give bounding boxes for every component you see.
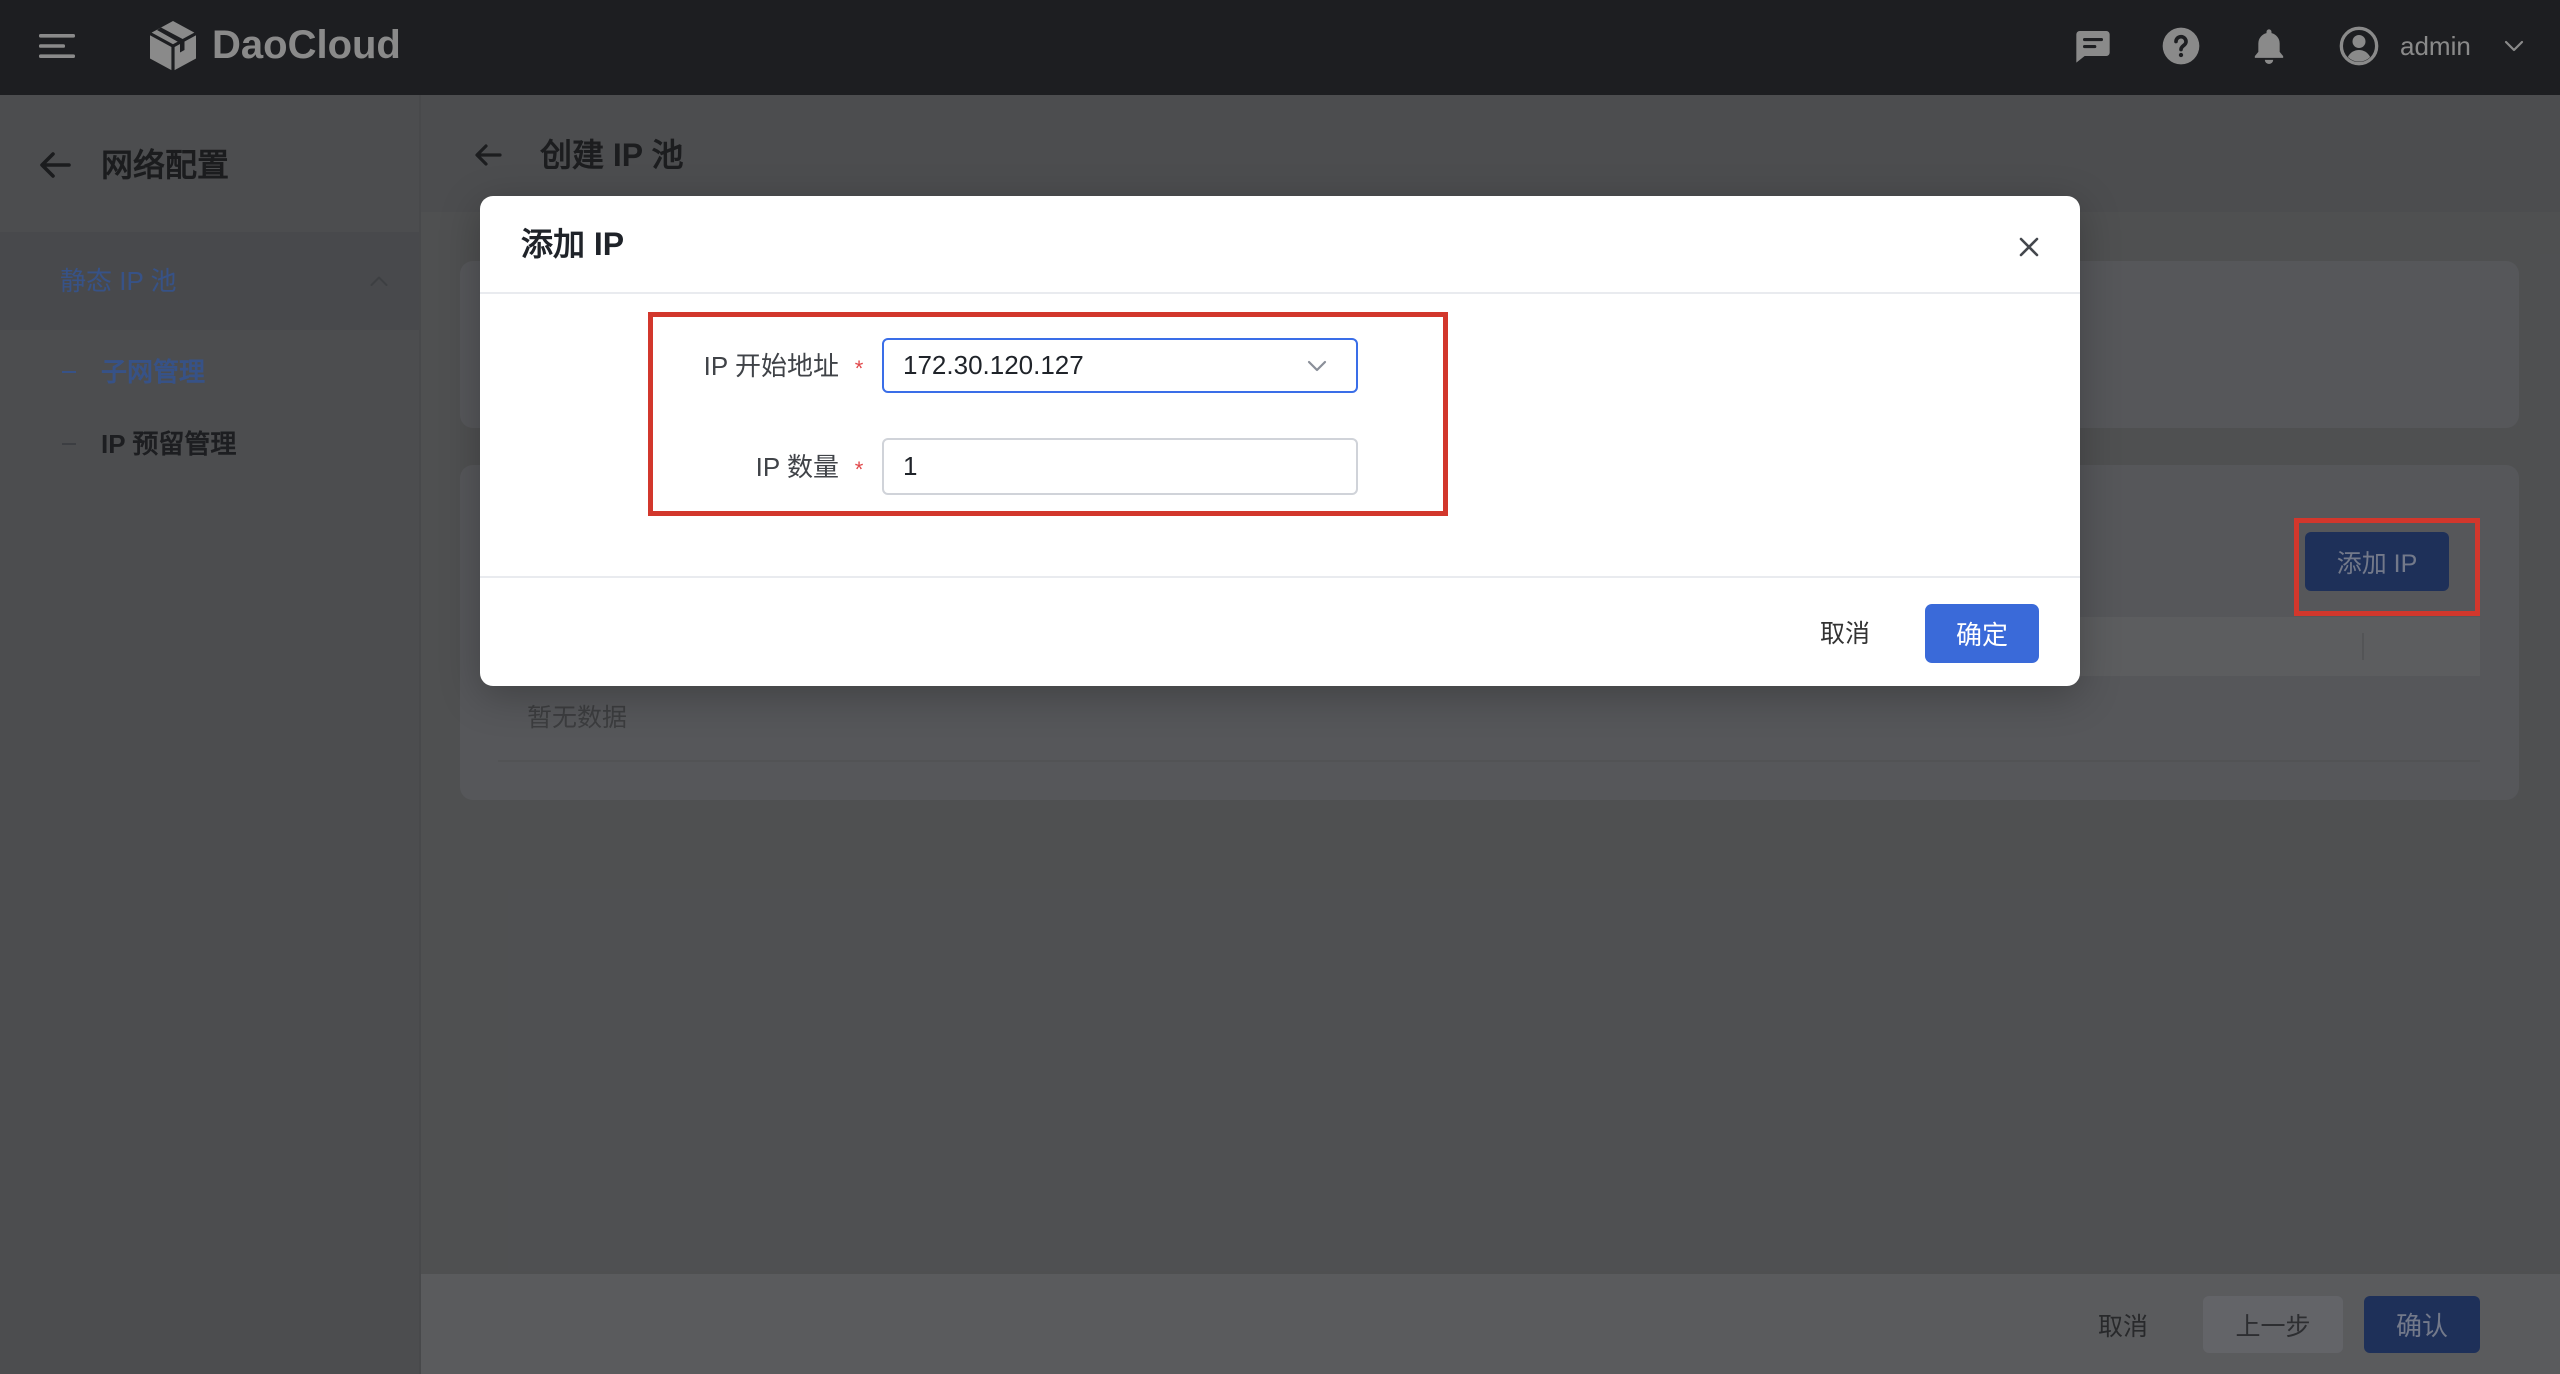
app-root: DaoCloud admin 网络配置 静态 IP 池 子网管理 IP 预留管理… <box>0 0 2560 1374</box>
dialog-footer: 取消 确定 <box>480 576 2080 686</box>
annotation-highlight-add-ip <box>2294 518 2480 616</box>
dialog-header: 添加 IP <box>480 196 2080 294</box>
dialog-cancel-button[interactable]: 取消 <box>1805 603 1885 661</box>
dialog-ok-button[interactable]: 确定 <box>1925 604 2039 663</box>
close-icon[interactable] <box>2017 235 2041 259</box>
dialog-title: 添加 IP <box>521 226 625 262</box>
annotation-highlight-form <box>648 312 1448 516</box>
